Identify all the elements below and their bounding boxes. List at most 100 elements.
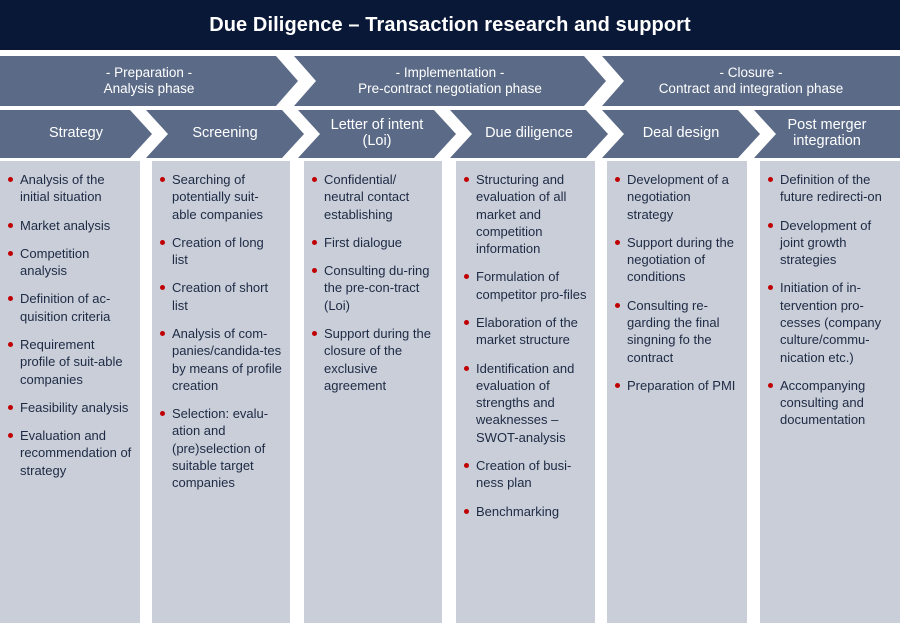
bullet-text: Definition of ac-quisition criteria <box>20 291 111 324</box>
bullet-dot-icon <box>8 222 13 228</box>
bullet-text: Definition of the future redirecti-on <box>780 172 882 205</box>
bullet-text: Market analysis <box>20 217 111 233</box>
bullet-dot-icon <box>312 177 317 182</box>
phase-label-line1: - Preparation - <box>105 65 193 81</box>
bullet-dot-icon <box>312 268 317 274</box>
bullet-dot-icon <box>768 285 773 291</box>
bullet-text: Identification and evaluation of strengt… <box>476 360 575 445</box>
bullet-item: Support during the closure of the exclus… <box>311 325 435 394</box>
bullet-text: Development of a negotiation strategy <box>627 172 729 222</box>
bullet-item: Requirement profile of suit-able compani… <box>7 336 133 388</box>
bullet-dot-icon <box>8 296 13 302</box>
step-chevron-strategy[interactable]: Strategy <box>0 110 152 158</box>
bullet-text: Support during the negotiation of condit… <box>627 234 734 285</box>
step-label-line1: Letter of intent <box>330 117 424 134</box>
bullet-item: Formulation of competitor pro-files <box>463 268 588 303</box>
step-label-line1: Strategy <box>49 125 103 142</box>
bullet-text: Analysis of the initial situation <box>20 172 105 205</box>
bullet-item: Benchmarking <box>463 503 588 520</box>
bullet-dot-icon <box>768 382 773 388</box>
bullet-list-post-merger-integration: Definition of the future redirecti-on Dev… <box>767 171 893 429</box>
bullet-text: Analysis of com-panies/candida-tes by me… <box>172 325 282 393</box>
bullet-text: Creation of busi-ness plan <box>476 457 572 491</box>
bullet-dot-icon <box>615 239 620 245</box>
bullet-text: Competition analysis <box>20 245 90 279</box>
bullet-text: Evaluation and recommendation of strateg… <box>20 428 132 478</box>
bullet-text: Creation of short list <box>172 280 269 313</box>
bullet-dot-icon <box>160 330 165 336</box>
bullet-dot-icon <box>464 365 469 371</box>
bullet-text: Consulting du-ring the pre-con-tract (Lo… <box>324 263 430 313</box>
bullet-text: Confidential/ neutral contact establishi… <box>324 172 410 222</box>
bullet-item: Confidential/ neutral contact establishi… <box>311 171 435 223</box>
bullet-item: Consulting re-garding the final singning… <box>614 297 740 366</box>
bullet-item: Consulting du-ring the pre-con-tract (Lo… <box>311 262 435 314</box>
bullet-dot-icon <box>615 382 620 388</box>
step-label-line1: Deal design <box>642 125 720 142</box>
bullet-text: Benchmarking <box>476 503 560 519</box>
bullet-item: Definition of ac-quisition criteria <box>7 290 133 325</box>
bullet-text: Development of joint growth strategies <box>780 217 872 268</box>
step-chevron-due-diligence[interactable]: Due diligence <box>450 110 608 158</box>
step-chevron-screening[interactable]: Screening <box>146 110 304 158</box>
bullet-dot-icon <box>8 177 13 182</box>
bullet-item: Development of a negotiation strategy <box>614 171 740 223</box>
bullet-item: Market analysis <box>7 217 133 234</box>
bullet-item: Preparation of PMI <box>614 377 740 394</box>
bullet-item: Creation of short list <box>159 279 283 314</box>
bullet-list-deal-design: Development of a negotiation strategy Sup… <box>614 171 740 394</box>
panel-post-merger-integration: Definition of the future redirecti-on Dev… <box>760 161 900 623</box>
bullet-text: Structuring and evaluation of all market… <box>476 172 567 257</box>
step-chevron-deal-design[interactable]: Deal design <box>602 110 760 158</box>
bullet-text: Initiation of in-tervention pro-cesses (… <box>780 280 882 365</box>
step-label-line1: Due diligence <box>485 125 573 142</box>
step-label-line1: Screening <box>192 125 258 142</box>
bullet-dot-icon <box>464 177 469 182</box>
bullet-dot-icon <box>615 177 620 182</box>
panel-screening: Searching of potentially suit-able compa… <box>152 161 290 623</box>
bullet-dot-icon <box>464 462 469 468</box>
phase-chevron-preparation[interactable]: - Preparation - Analysis phase <box>0 56 298 106</box>
bullet-dot-icon <box>768 222 773 228</box>
bullet-item: Creation of long list <box>159 234 283 269</box>
bullet-item: Identification and evaluation of strengt… <box>463 360 588 446</box>
bullet-item: Initiation of in-tervention pro-cesses (… <box>767 279 893 365</box>
panel-letter-of-intent: Confidential/ neutral contact establishi… <box>304 161 442 623</box>
bullet-list-letter-of-intent: Confidential/ neutral contact establishi… <box>311 171 435 394</box>
bullet-item: Searching of potentially suit-able compa… <box>159 171 283 223</box>
bullet-dot-icon <box>160 177 165 182</box>
bullet-text: Creation of long list <box>172 234 264 268</box>
bullet-dot-icon <box>464 274 469 280</box>
bullet-item: Analysis of the initial situation <box>7 171 133 206</box>
bullet-item: Accompanying consulting and documentatio… <box>767 377 893 429</box>
step-label-line1: Post merger <box>787 117 867 134</box>
phase-chevron-implementation[interactable]: - Implementation - Pre-contract negotiat… <box>294 56 606 106</box>
bullet-text: Support during the closure of the exclus… <box>324 325 431 393</box>
step-chevron-post-merger-integration[interactable]: Post merger integration <box>754 110 900 158</box>
step-chevron-letter-of-intent[interactable]: Letter of intent (Loi) <box>298 110 456 158</box>
step-band: Strategy Screening Letter of intent (Loi… <box>0 110 900 158</box>
bullet-item: Elaboration of the market structure <box>463 314 588 349</box>
phase-label-line1: - Closure - <box>719 65 783 81</box>
bullet-item: First dialogue <box>311 234 435 251</box>
phase-label-line2: Pre-contract negotiation phase <box>358 81 542 96</box>
bullet-dot-icon <box>160 285 165 291</box>
bullet-dot-icon <box>160 239 165 245</box>
bullet-dot-icon <box>312 239 317 245</box>
bullet-text: Consulting re-garding the final singning… <box>627 297 720 365</box>
panel-deal-design: Development of a negotiation strategy Sup… <box>607 161 747 623</box>
step-label-line2: integration <box>793 133 861 149</box>
bullet-dot-icon <box>8 250 13 256</box>
bullet-dot-icon <box>8 404 13 410</box>
bullet-text: Searching of potentially suit-able compa… <box>172 172 264 222</box>
diagram-title-bar: Due Diligence – Transaction research and… <box>0 0 900 50</box>
bullet-item: Creation of busi-ness plan <box>463 457 588 492</box>
bullet-item: Analysis of com-panies/candida-tes by me… <box>159 325 283 394</box>
bullet-list-due-diligence: Structuring and evaluation of all market… <box>463 171 588 520</box>
step-label-line2: (Loi) <box>362 133 392 149</box>
bullet-text: Elaboration of the market structure <box>476 314 578 348</box>
bullet-item: Structuring and evaluation of all market… <box>463 171 588 257</box>
bullet-item: Selection: evalu-ation and (pre)selectio… <box>159 405 283 491</box>
phase-chevron-closure[interactable]: - Closure - Contract and integration pha… <box>602 56 900 106</box>
bullet-list-screening: Searching of potentially suit-able compa… <box>159 171 283 492</box>
